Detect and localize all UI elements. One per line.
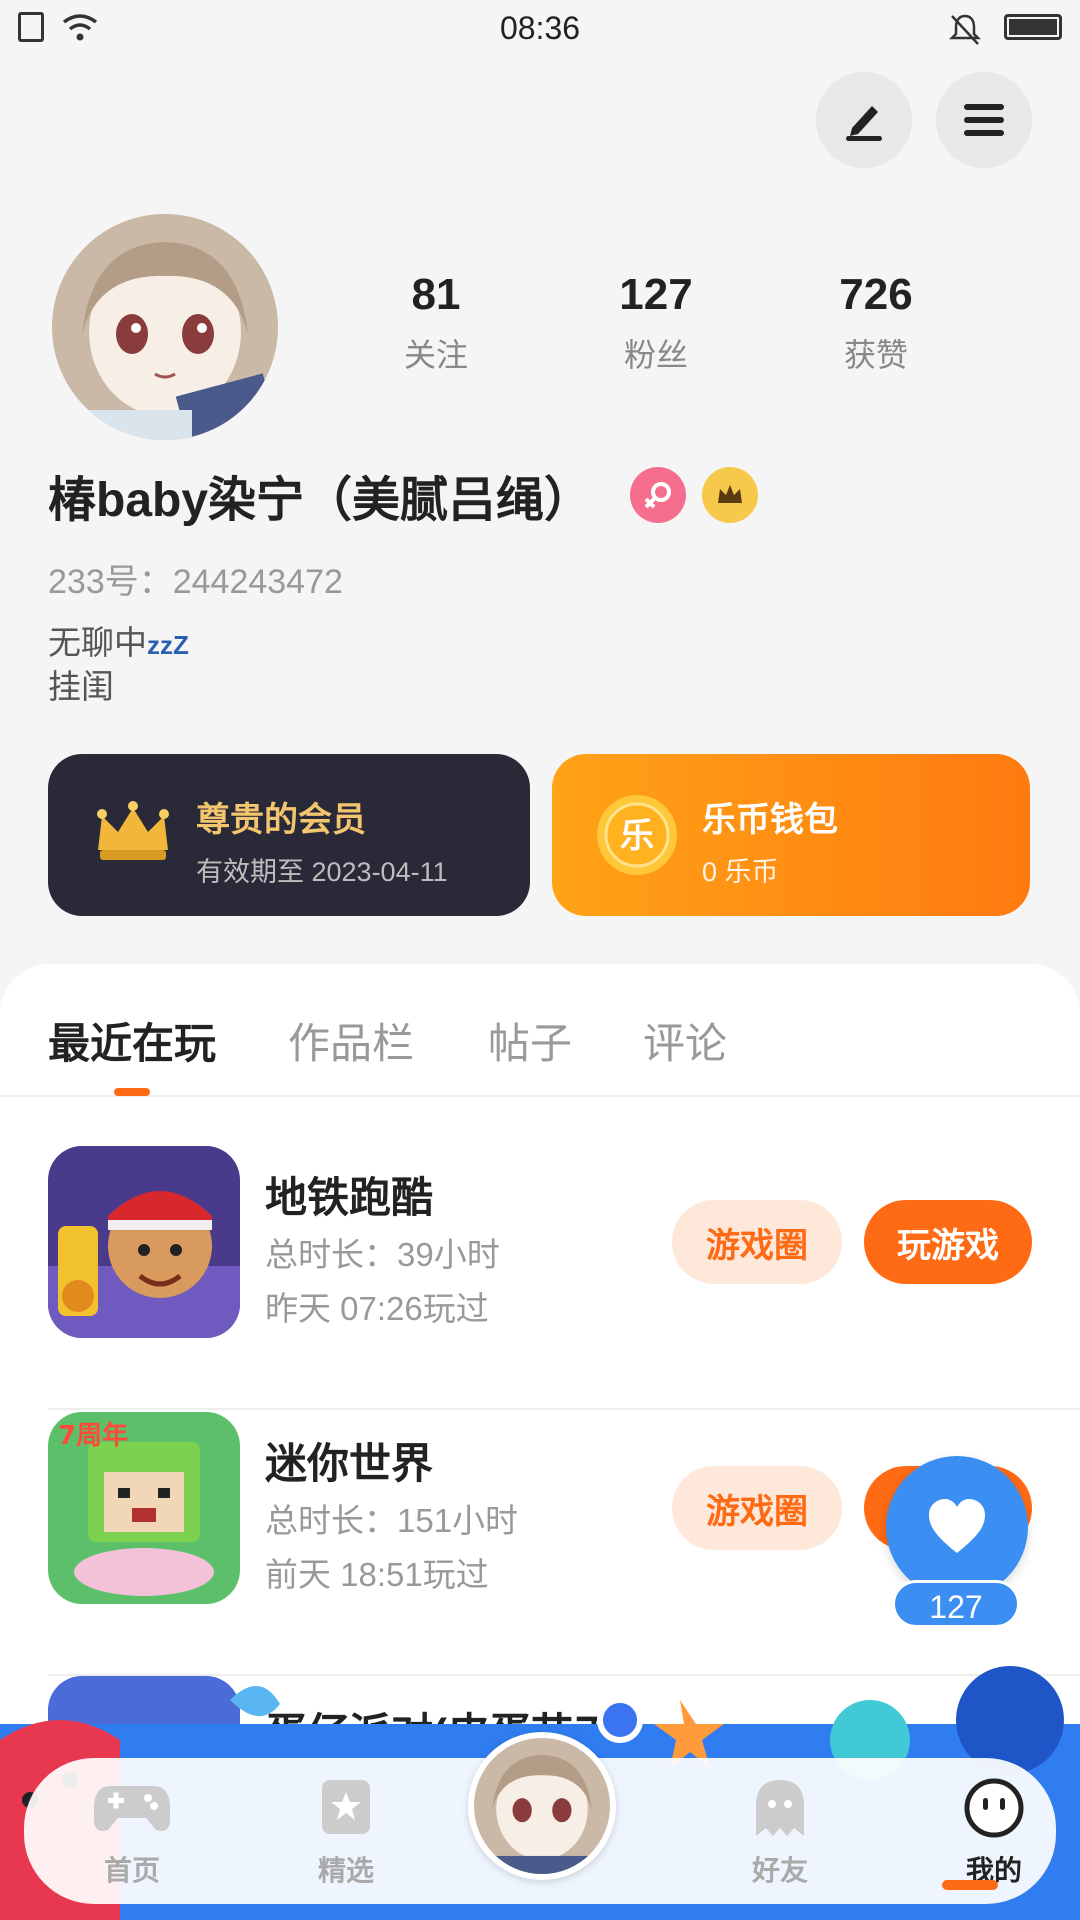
- stat-following[interactable]: 81 关注: [326, 270, 546, 376]
- sleep-zzz-icon: zzZ: [147, 630, 189, 660]
- tab-posts[interactable]: 帖子: [488, 1010, 572, 1071]
- avatar-image: [474, 1738, 610, 1874]
- wallet-balance: 0 乐币: [702, 857, 779, 887]
- gold-crown-icon: [97, 801, 169, 860]
- game-row[interactable]: 地铁跑酷 总时长：39小时 昨天 07:26玩过 游戏圈 玩游戏: [48, 1146, 1080, 1410]
- gamepad-icon: [94, 1786, 170, 1831]
- coin-char: 乐: [620, 816, 654, 856]
- play-game-button[interactable]: 玩游戏: [864, 1200, 1032, 1284]
- bio-line: 挂闺: [48, 668, 114, 705]
- star-bookmark-icon: [322, 1780, 370, 1834]
- ghost-icon: [756, 1780, 804, 1836]
- game-duration: 总时长：39小时: [265, 1236, 500, 1273]
- nav-home[interactable]: 首页: [72, 1778, 192, 1889]
- vip-crown-badge-icon[interactable]: [702, 467, 759, 523]
- tab-comments[interactable]: 评论: [643, 1010, 727, 1071]
- status-time: 08:36: [499, 10, 581, 46]
- nav-featured[interactable]: 精选: [286, 1778, 406, 1889]
- stat-label: 粉丝: [623, 337, 688, 373]
- stat-value: 127: [619, 270, 693, 319]
- game-title: 地铁跑酷: [265, 1174, 434, 1221]
- female-gender-icon: [630, 467, 687, 523]
- menu-button[interactable]: [936, 72, 1032, 168]
- game-icon-mini-world: 7周年: [48, 1412, 240, 1604]
- heart-icon: [929, 1499, 985, 1553]
- nav-friends[interactable]: 好友: [720, 1778, 840, 1889]
- nav-label: 首页: [103, 1855, 160, 1886]
- stat-value: 81: [411, 270, 461, 319]
- game-last-played: 前天 18:51玩过: [265, 1556, 489, 1593]
- game-icon-subway-surfers: [48, 1146, 240, 1338]
- smiley-icon: [964, 1778, 1024, 1838]
- stat-likes[interactable]: 726 获赞: [766, 270, 986, 376]
- bio: 无聊中zzZ 挂闺: [48, 622, 189, 708]
- stat-followers[interactable]: 127 粉丝: [546, 270, 766, 376]
- battery-icon: [1004, 14, 1062, 40]
- bell-muted-icon: [948, 14, 982, 45]
- vip-title: 尊贵的会员: [196, 801, 366, 839]
- nav-active-underline: [942, 1880, 998, 1890]
- wallet-title: 乐币钱包: [702, 801, 838, 839]
- nav-label: 好友: [751, 1855, 808, 1886]
- game-title: 迷你世界: [265, 1440, 434, 1487]
- stat-label: 关注: [403, 337, 468, 373]
- avatar-image: [52, 214, 278, 440]
- tab-bar: 最近在玩 作品栏 帖子 评论: [0, 964, 1080, 1097]
- profile-stats: 81 关注 127 粉丝 726 获赞: [326, 270, 986, 376]
- game-circle-button[interactable]: 游戏圈: [672, 1200, 842, 1284]
- pencil-icon: [846, 106, 882, 141]
- stat-value: 726: [839, 270, 913, 319]
- favorite-button[interactable]: [886, 1456, 1028, 1598]
- username: 椿baby染宁（美腻吕绳）: [48, 474, 593, 527]
- coin-icon: 乐: [597, 795, 677, 875]
- bio-line: 无聊中: [48, 624, 147, 661]
- nav-mine[interactable]: 我的: [934, 1778, 1054, 1889]
- nav-center-avatar-button[interactable]: [468, 1732, 616, 1880]
- stat-label: 获赞: [843, 337, 908, 373]
- wallet-card[interactable]: 乐 乐币钱包 0 乐币: [552, 754, 1030, 916]
- game-circle-button[interactable]: 游戏圈: [672, 1466, 842, 1550]
- nav-label: 精选: [317, 1855, 374, 1886]
- game-duration: 总时长：151小时: [265, 1502, 519, 1539]
- tab-indicator: [114, 1088, 150, 1096]
- game-last-played: 昨天 07:26玩过: [265, 1290, 489, 1327]
- name-row: 椿baby染宁（美腻吕绳）: [48, 460, 759, 530]
- vip-membership-card[interactable]: 尊贵的会员 有效期至 2023-04-11: [48, 754, 530, 916]
- tab-recent[interactable]: 最近在玩: [48, 1010, 216, 1071]
- svg-text:7周年: 7周年: [58, 1420, 128, 1451]
- tab-works[interactable]: 作品栏: [288, 1010, 414, 1071]
- edit-profile-button[interactable]: [816, 72, 912, 168]
- status-bar: 08:36: [0, 0, 1080, 56]
- hamburger-menu-icon: [964, 104, 1004, 136]
- favorite-count: 127: [892, 1580, 1020, 1628]
- avatar[interactable]: [52, 214, 278, 440]
- user-id: 233号：244243472: [48, 563, 343, 601]
- vip-expiry: 有效期至 2023-04-11: [196, 857, 448, 887]
